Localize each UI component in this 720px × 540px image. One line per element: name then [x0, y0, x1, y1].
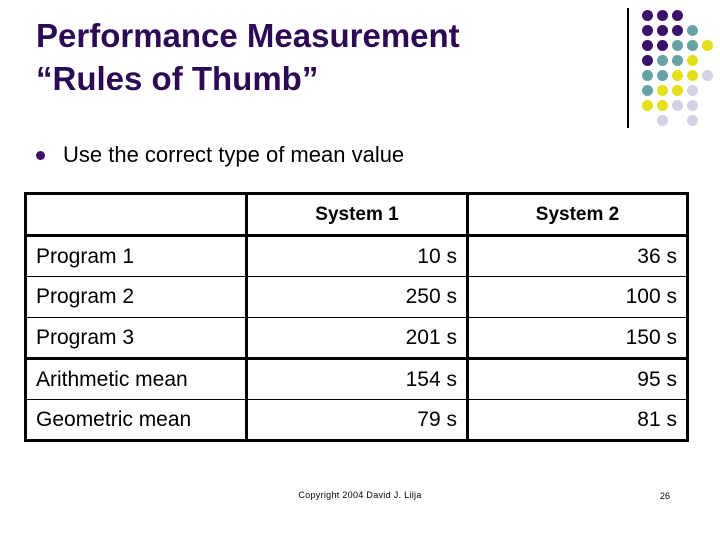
table-row: Geometric mean 79 s 81 s: [25, 399, 688, 441]
table-row: Program 1 10 s 36 s: [25, 235, 688, 277]
table-header-blank: [25, 193, 247, 237]
footer-copyright: Copyright 2004 David J. Lilja: [298, 490, 422, 500]
bullet-dot-icon: [36, 150, 45, 160]
table-cell-system-1: 250 s: [245, 276, 468, 318]
table-cell-system-2: 81 s: [466, 399, 688, 441]
table-row: Program 2 250 s 100 s: [25, 276, 688, 318]
page-title: Performance Measurement “Rules of Thumb”: [36, 14, 606, 100]
deco-dot-icon: [672, 10, 683, 21]
title-line-2: “Rules of Thumb”: [36, 60, 319, 97]
deco-dot-icon: [687, 115, 698, 126]
deco-dot-icon: [642, 40, 653, 51]
deco-dot-icon: [687, 85, 698, 96]
table-cell-system-2: 36 s: [466, 235, 688, 277]
deco-dot-icon: [657, 40, 668, 51]
deco-dot-icon: [687, 40, 698, 51]
table-header-system-1: System 1: [245, 193, 468, 237]
vertical-rule-divider: [627, 8, 629, 128]
deco-dot-icon: [672, 100, 683, 111]
table-header-system-2: System 2: [466, 193, 688, 237]
table-row: Program 3 201 s 150 s: [25, 317, 688, 359]
deco-dot-icon: [702, 70, 713, 81]
deco-dot-icon: [687, 55, 698, 66]
table-cell-label: Geometric mean: [25, 399, 247, 441]
deco-dot-icon: [657, 85, 668, 96]
table-row: Arithmetic mean 154 s 95 s: [25, 357, 688, 400]
table-cell-label: Program 2: [25, 276, 247, 318]
deco-dot-icon: [687, 100, 698, 111]
deco-dot-icon: [672, 40, 683, 51]
table-cell-system-2: 150 s: [466, 317, 688, 359]
deco-dot-icon: [657, 10, 668, 21]
deco-dot-icon: [657, 55, 668, 66]
deco-dot-icon: [687, 25, 698, 36]
mean-comparison-table: System 1 System 2 Program 1 10 s 36 s Progr…: [24, 192, 689, 442]
deco-dot-icon: [642, 55, 653, 66]
deco-dot-icon: [642, 85, 653, 96]
deco-dot-icon: [672, 25, 683, 36]
deco-dot-icon: [642, 10, 653, 21]
deco-dot-icon: [642, 100, 653, 111]
deco-dot-icon: [672, 55, 683, 66]
deco-dot-icon: [657, 25, 668, 36]
deco-dot-icon: [672, 70, 683, 81]
deco-dot-icon: [687, 70, 698, 81]
deco-dot-icon: [657, 70, 668, 81]
table-cell-system-1: 10 s: [245, 235, 468, 277]
table-cell-system-1: 201 s: [245, 317, 468, 359]
table-cell-label: Program 1: [25, 235, 247, 277]
deco-dot-icon: [672, 85, 683, 96]
bullet-list-item: Use the correct type of mean value: [36, 142, 404, 168]
title-line-1: Performance Measurement: [36, 17, 460, 54]
deco-dot-icon: [642, 70, 653, 81]
deco-dot-icon: [702, 40, 713, 51]
deco-dot-icon: [657, 115, 668, 126]
table-cell-label: Program 3: [25, 317, 247, 359]
table-cell-system-2: 100 s: [466, 276, 688, 318]
table-cell-system-1: 154 s: [245, 357, 468, 400]
dot-grid-motif: [620, 0, 720, 135]
deco-dot-icon: [642, 25, 653, 36]
table-cell-label: Arithmetic mean: [25, 357, 247, 400]
table-cell-system-2: 95 s: [466, 357, 688, 400]
deco-dot-icon: [657, 100, 668, 111]
footer-page-number: 26: [660, 491, 671, 501]
table-header-row: System 1 System 2: [25, 193, 688, 237]
table-cell-system-1: 79 s: [245, 399, 468, 441]
bullet-item-label: Use the correct type of mean value: [63, 142, 405, 167]
